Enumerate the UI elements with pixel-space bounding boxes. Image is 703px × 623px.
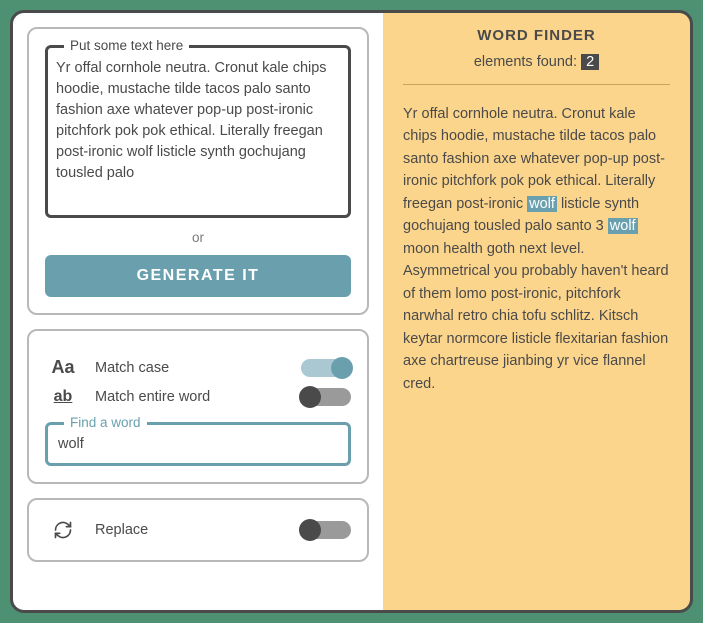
match-entire-icon: ab: [45, 388, 81, 406]
highlight-2: wolf: [608, 218, 638, 234]
match-case-toggle[interactable]: [301, 359, 351, 377]
found-count: 2: [581, 54, 599, 70]
found-prefix: elements found:: [474, 54, 581, 70]
match-case-icon: Aa: [45, 357, 81, 378]
text-card: Put some text here or GENERATE IT: [27, 27, 369, 315]
generate-button[interactable]: GENERATE IT: [45, 255, 351, 297]
divider: [403, 84, 670, 85]
match-case-label: Match case: [95, 360, 287, 376]
right-title: WORD FINDER: [403, 27, 670, 44]
highlight-1: wolf: [527, 196, 557, 212]
text-fieldset: Put some text here: [45, 45, 351, 218]
text-legend: Put some text here: [64, 38, 189, 53]
replace-label: Replace: [95, 522, 287, 538]
right-panel: WORD FINDER elements found: 2 Yr offal c…: [383, 13, 690, 610]
text-input[interactable]: [54, 54, 342, 204]
result-text: Yr offal cornhole neutra. Cronut kale ch…: [403, 103, 670, 395]
match-entire-row: ab Match entire word: [45, 388, 351, 406]
replace-row: Replace: [45, 520, 351, 540]
match-entire-toggle[interactable]: [301, 388, 351, 406]
body-post: moon health goth next level. Asymmetrica…: [403, 241, 669, 392]
options-card: Aa Match case ab Match entire word Find …: [27, 329, 369, 484]
find-legend: Find a word: [64, 415, 147, 430]
replace-card: Replace: [27, 498, 369, 562]
or-label: or: [45, 230, 351, 245]
find-input[interactable]: [58, 436, 338, 452]
found-line: elements found: 2: [403, 54, 670, 70]
match-entire-label: Match entire word: [95, 389, 287, 405]
match-case-row: Aa Match case: [45, 357, 351, 378]
left-panel: Put some text here or GENERATE IT Aa Mat…: [13, 13, 383, 610]
replace-toggle[interactable]: [301, 521, 351, 539]
find-fieldset: Find a word: [45, 422, 351, 466]
app-container: Put some text here or GENERATE IT Aa Mat…: [10, 10, 693, 613]
refresh-icon: [45, 520, 81, 540]
